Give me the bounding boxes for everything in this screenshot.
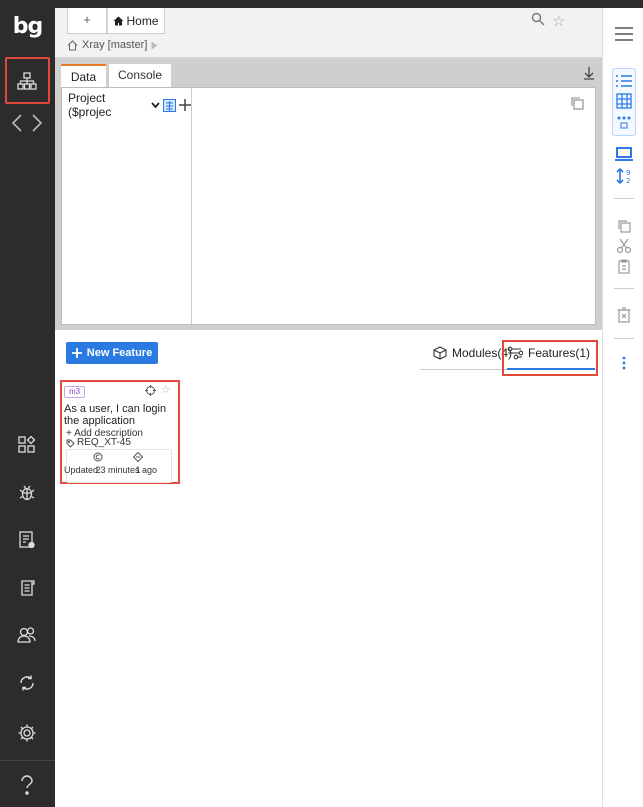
chevron-down-icon xyxy=(151,101,160,109)
new-feature-label: New Feature xyxy=(86,347,153,359)
scroll-doc-icon[interactable] xyxy=(12,573,42,603)
bug-icon[interactable] xyxy=(12,477,42,507)
data-panel-body: Project ($projec xyxy=(61,87,596,325)
toolbar-divider xyxy=(614,288,634,289)
list-view-icon[interactable] xyxy=(614,71,634,91)
grid-view-icon[interactable] xyxy=(614,91,634,111)
paste-icon[interactable] xyxy=(614,256,634,276)
users-icon[interactable] xyxy=(12,620,42,650)
feature-title[interactable]: As a user, I can login the application xyxy=(64,403,176,427)
settings-gear-icon[interactable] xyxy=(12,718,42,748)
home-outline-icon xyxy=(67,39,78,51)
home-icon xyxy=(113,16,124,26)
sync-icon[interactable] xyxy=(12,668,42,698)
breadcrumb-label: Xray [master] xyxy=(82,39,148,51)
left-sidebar: bg xyxy=(0,0,55,807)
tab-bar: + Home Xray [master] ☆ xyxy=(55,8,602,58)
test-diamond-icon xyxy=(133,452,143,462)
new-tab-button[interactable]: + xyxy=(67,8,107,34)
sitemap-icon[interactable] xyxy=(12,66,42,96)
app-logo: bg xyxy=(12,14,44,39)
add-icon[interactable] xyxy=(179,99,191,111)
calendar-grid-icon[interactable] xyxy=(163,98,176,112)
requirement-tag[interactable]: REQ_XT-45 xyxy=(66,438,131,448)
widgets-icon[interactable] xyxy=(12,430,42,460)
search-icon[interactable] xyxy=(531,12,545,26)
feature-card[interactable]: m3 ☆ As a user, I can login the applicat… xyxy=(64,383,178,483)
breadcrumb[interactable]: Xray [master] xyxy=(67,39,158,51)
project-select-value: Project ($projec xyxy=(68,91,112,119)
tab-home[interactable]: Home xyxy=(107,8,165,34)
svg-text:2: 2 xyxy=(626,177,630,184)
star-icon[interactable]: ☆ xyxy=(552,12,565,30)
top-strip xyxy=(55,0,643,8)
hamburger-menu-icon[interactable] xyxy=(614,24,634,44)
delete-icon[interactable] xyxy=(614,305,634,325)
test-report-icon[interactable] xyxy=(12,525,42,555)
toolbar-divider xyxy=(614,338,634,339)
requirement-label: REQ_XT-45 xyxy=(77,437,131,448)
sort-order-icon[interactable]: 92 xyxy=(614,166,634,186)
tab-console[interactable]: Console xyxy=(109,64,171,87)
data-panel: Data Console Project ($projec xyxy=(55,58,602,330)
project-select[interactable]: Project ($projec xyxy=(68,91,191,119)
card-actions: ☆ xyxy=(145,385,171,396)
tag-icon xyxy=(66,439,75,448)
copy-icon[interactable] xyxy=(570,96,584,110)
tab-data[interactable]: Data xyxy=(61,64,106,87)
target-icon[interactable] xyxy=(145,385,156,396)
toolbar-divider xyxy=(614,198,634,199)
sidebar-divider xyxy=(0,760,55,761)
copy-icon[interactable] xyxy=(614,216,634,236)
favorite-star-icon[interactable]: ☆ xyxy=(161,385,171,396)
updated-timestamp: Updated 3 minutes ago xyxy=(64,465,158,475)
tab-modules[interactable]: Modules(4) xyxy=(433,346,512,360)
features-tab-highlight xyxy=(502,340,598,376)
help-icon[interactable] xyxy=(12,770,42,800)
project-tree: Project ($projec xyxy=(62,88,192,324)
play-icon[interactable] xyxy=(151,41,158,50)
cut-icon[interactable] xyxy=(614,236,634,256)
tab-home-label: Home xyxy=(126,13,159,28)
right-toolbar: 92 xyxy=(602,8,643,807)
dots-view-icon[interactable] xyxy=(614,112,634,132)
svg-text:9: 9 xyxy=(626,169,630,177)
cube-icon xyxy=(433,346,447,360)
new-feature-button[interactable]: New Feature xyxy=(66,342,158,364)
scenario-icon xyxy=(93,452,103,462)
download-icon[interactable] xyxy=(583,66,595,80)
code-brackets-icon[interactable] xyxy=(4,108,50,138)
plus-icon xyxy=(71,348,82,358)
more-vertical-icon[interactable] xyxy=(614,353,634,373)
module-badge: m3 xyxy=(64,386,86,398)
panel-layout-icon[interactable] xyxy=(614,144,634,164)
